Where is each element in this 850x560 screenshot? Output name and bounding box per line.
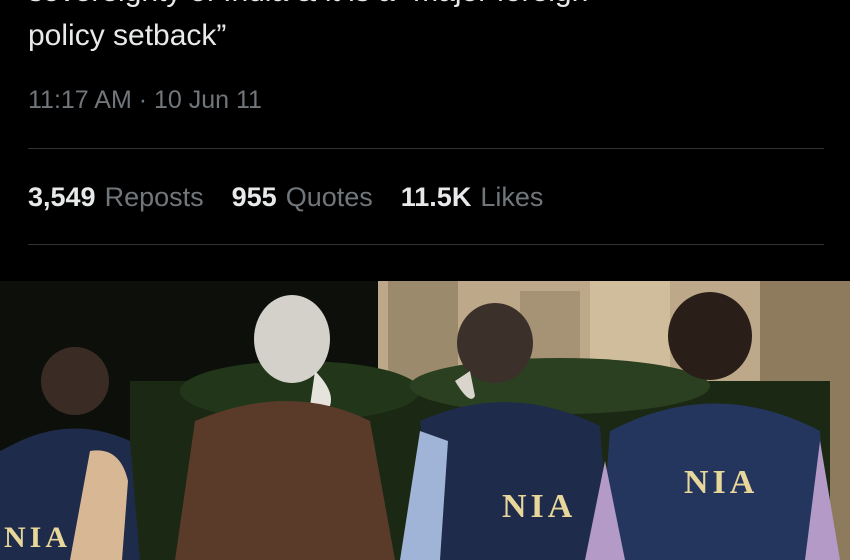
person-head xyxy=(668,292,752,380)
vest-label: NIA xyxy=(4,521,71,554)
nia-vest xyxy=(420,402,610,560)
likes-label: Likes xyxy=(480,182,544,212)
tweet-timestamp[interactable]: 11:17 AM · 10 Jun 11 xyxy=(28,86,262,115)
divider xyxy=(28,244,824,245)
tweet-text: sovereignty of India & it is a “major fo… xyxy=(28,0,828,58)
vest-label: NIA xyxy=(502,488,576,525)
likes-stat[interactable]: 11.5K Likes xyxy=(401,182,544,213)
reposts-stat[interactable]: 3,549 Reposts xyxy=(28,182,204,213)
vest-label: NIA xyxy=(684,464,758,501)
likes-count: 11.5K xyxy=(400,182,472,212)
tweet-text-line-2: policy setback” xyxy=(28,19,227,52)
brown-coat xyxy=(175,401,395,560)
photo-illustration: NIA NIA NIA xyxy=(0,281,850,560)
person-head xyxy=(41,347,109,415)
quotes-stat[interactable]: 955 Quotes xyxy=(232,182,373,213)
person-head xyxy=(457,303,533,383)
reposts-label: Reposts xyxy=(104,182,204,212)
divider xyxy=(28,148,824,149)
person-head xyxy=(254,295,330,383)
reposts-count: 3,549 xyxy=(28,182,96,212)
quotes-count: 955 xyxy=(231,182,277,212)
tweet-text-line-1: sovereignty of India & it is a “major fo… xyxy=(28,0,588,8)
quotes-label: Quotes xyxy=(285,182,373,212)
engagement-stats: 3,549 Reposts 955 Quotes 11.5K Likes xyxy=(28,182,543,213)
tweet-card: sovereignty of India & it is a “major fo… xyxy=(0,0,850,281)
tweet-photo[interactable]: NIA NIA NIA xyxy=(0,281,850,560)
